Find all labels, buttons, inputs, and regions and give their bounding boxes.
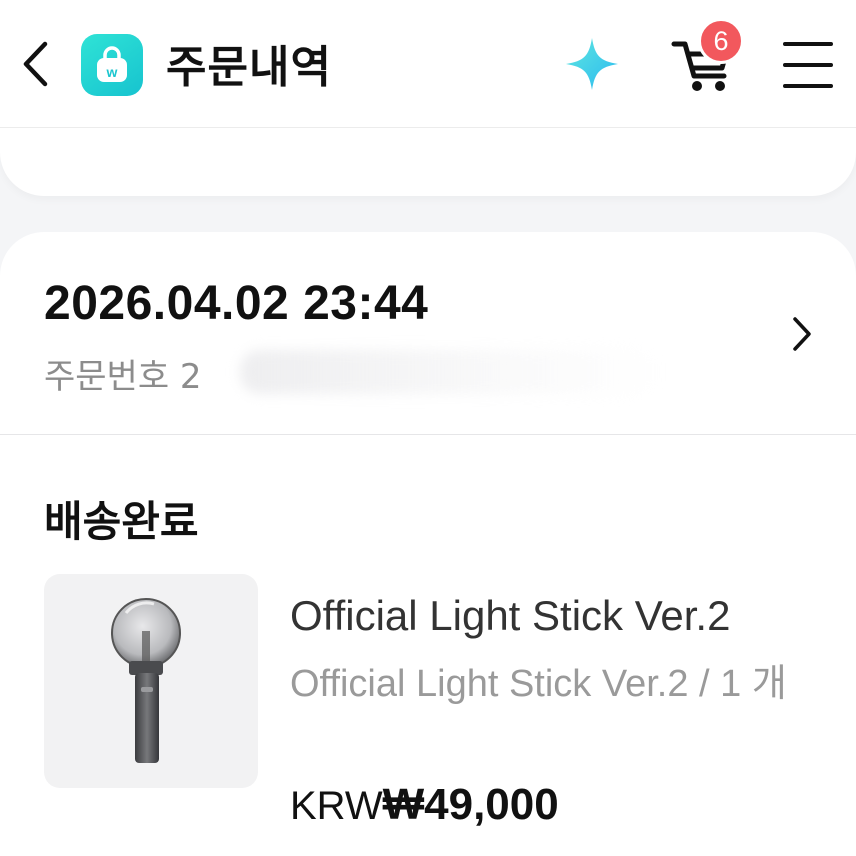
page-title: 주문내역 <box>166 42 332 93</box>
order-date: 2026.04.02 23:44 <box>44 277 429 330</box>
product-option: Official Light Stick Ver.2 / 1 개 <box>290 663 787 705</box>
chevron-left-icon <box>23 41 48 87</box>
chevron-right-icon <box>793 317 811 351</box>
light-stick-image <box>111 598 181 763</box>
order-detail-arrow[interactable] <box>782 312 822 356</box>
price-amount: ₩49,000 <box>382 780 559 829</box>
order-number: 주문번호 2 <box>44 357 202 397</box>
top-app-bar: w 주문내역 6 <box>0 0 856 128</box>
order-number-redaction <box>240 350 660 394</box>
ai-assistant-button[interactable] <box>562 34 622 94</box>
order-card: 2026.04.02 23:44 주문번호 2 배송완료 Official Li… <box>0 232 856 856</box>
menu-line <box>783 42 833 46</box>
back-button[interactable] <box>14 34 58 94</box>
order-summary-row[interactable]: 2026.04.02 23:44 주문번호 2 <box>0 232 856 435</box>
menu-line <box>783 63 833 67</box>
product-price: KRW₩49,000 <box>290 780 559 830</box>
delivery-status: 배송완료 <box>44 497 199 546</box>
menu-button[interactable] <box>780 38 836 92</box>
app-logo[interactable]: w <box>81 34 143 96</box>
svg-text:w: w <box>106 64 118 80</box>
price-currency: KRW <box>290 784 383 828</box>
cart-count-badge: 6 <box>698 18 744 64</box>
product-thumbnail[interactable] <box>44 574 258 788</box>
product-name[interactable]: Official Light Stick Ver.2 <box>290 592 730 640</box>
menu-line <box>783 84 833 88</box>
previous-order-card <box>0 128 856 196</box>
sparkle-icon <box>566 38 618 90</box>
shopping-bag-icon: w <box>97 46 127 82</box>
